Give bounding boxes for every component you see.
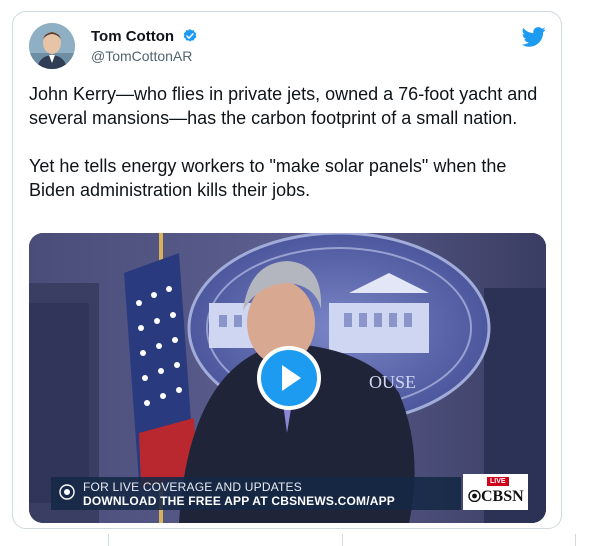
tweet-text: John Kerry—who flies in private jets, ow… [29,82,545,202]
podium-seal-text: OUSE [369,372,416,392]
action-separator [108,534,109,546]
video-player[interactable]: OUSE FOR LIVE COVERAGE AND UPDATES DOWNL… [29,233,546,523]
play-button[interactable] [257,346,321,410]
action-separator [342,534,343,546]
tweet-card[interactable]: Tom Cotton @TomCottonAR John Kerry—who f… [12,11,562,529]
tweet-paragraph-2: Yet he tells energy workers to "make sol… [29,156,507,200]
cbsn-label: CBSN [468,488,524,506]
author-handle[interactable]: @TomCottonAR [91,48,192,64]
lower-third-line-1: FOR LIVE COVERAGE AND UPDATES [83,480,302,494]
cbs-news-logo-icon [59,484,75,500]
avatar[interactable] [29,23,75,69]
video-lower-third: FOR LIVE COVERAGE AND UPDATES DOWNLOAD T… [51,477,461,510]
live-label: LIVE [487,477,509,486]
tweet-paragraph-1: John Kerry—who flies in private jets, ow… [29,84,538,128]
twitter-bird-icon[interactable] [521,27,546,52]
cbs-eye-icon [468,489,481,503]
verified-badge-icon [182,28,198,48]
avatar-image [29,23,75,69]
lower-third-line-2: DOWNLOAD THE FREE APP AT CBSNEWS.COM/APP [83,494,396,508]
play-icon [282,365,301,391]
author-name[interactable]: Tom Cotton [91,28,174,45]
action-separator [575,534,576,546]
cbsn-label-text: CBSN [481,488,524,505]
author-name-row[interactable]: Tom Cotton [91,28,198,48]
cbsn-badge: LIVE CBSN [463,474,528,510]
